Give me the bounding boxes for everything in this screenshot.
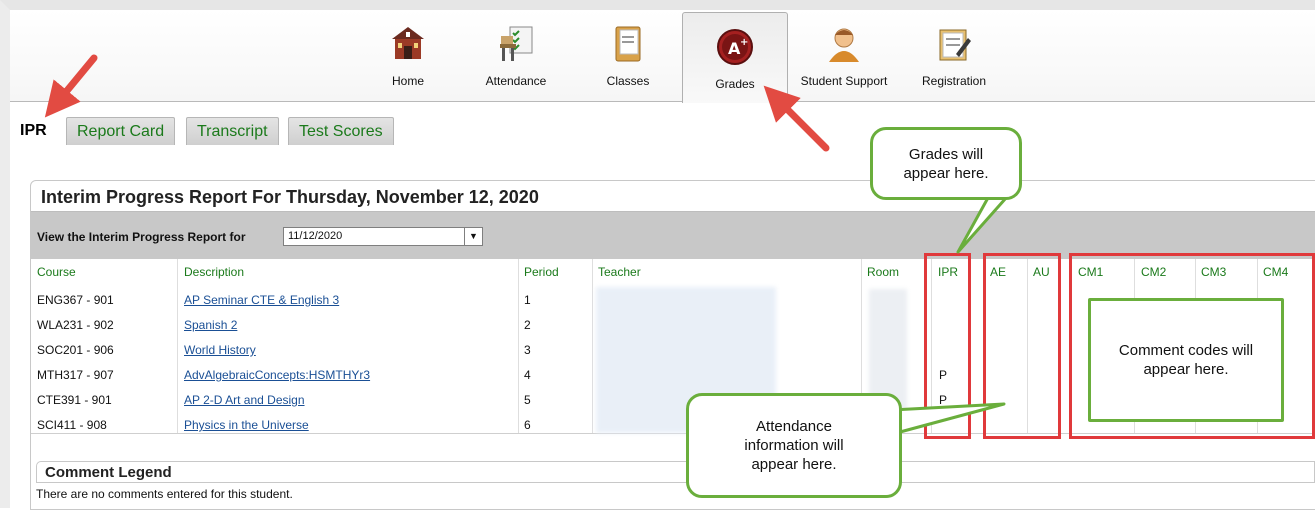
course-code: SOC201 - 906 — [37, 343, 114, 357]
course-code: ENG367 - 901 — [37, 293, 114, 307]
nav-registration[interactable]: Registration — [914, 10, 994, 102]
col-room: Room — [867, 265, 900, 279]
attendance-callout: Attendance information will appear here. — [686, 393, 902, 498]
filter-bar: View the Interim Progress Report for 11/… — [31, 211, 1315, 259]
tab-test-scores[interactable]: Test Scores — [288, 117, 394, 145]
folder-icon — [615, 26, 641, 62]
filter-label: View the Interim Progress Report for — [37, 230, 246, 244]
course-link[interactable]: AdvAlgebraicConcepts:HSMTHYr3 — [184, 368, 370, 382]
svg-text:+: + — [740, 37, 748, 48]
course-link[interactable]: AP 2-D Art and Design — [184, 393, 305, 407]
tab-transcript[interactable]: Transcript — [186, 117, 279, 145]
nav-label: Student Support — [800, 74, 888, 88]
course-link[interactable]: World History — [184, 343, 256, 357]
col-course: Course — [37, 265, 76, 279]
nav-grades[interactable]: A + Grades — [682, 12, 788, 103]
grades-callout: Grades will appear here. — [870, 127, 1022, 200]
highlight-ipr-column — [924, 253, 971, 439]
nav-label: Registration — [921, 74, 987, 88]
tab-report-card[interactable]: Report Card — [66, 117, 176, 145]
course-code: SCI411 - 908 — [37, 418, 107, 432]
course-code: WLA231 - 902 — [37, 318, 114, 332]
legend-note: There are no comments entered for this s… — [36, 487, 293, 501]
chevron-down-icon[interactable]: ▼ — [464, 228, 482, 245]
course-link[interactable]: Spanish 2 — [184, 318, 237, 332]
tab-ipr[interactable]: IPR — [20, 117, 47, 145]
period: 5 — [524, 393, 531, 407]
callout-text: Comment codes will appear here. — [1118, 342, 1254, 378]
course-code: MTH317 - 907 — [37, 368, 114, 382]
a-plus-icon: A + — [717, 29, 753, 65]
nav-label: Grades — [715, 77, 755, 91]
top-nav: Home Attendance Classes A + Grades Stude… — [10, 10, 1315, 103]
nav-label: Classes — [606, 74, 650, 88]
highlight-attendance-columns — [983, 253, 1061, 439]
period: 1 — [524, 293, 531, 307]
period: 3 — [524, 343, 531, 357]
clipboard-pencil-icon — [939, 29, 971, 61]
nav-label: Attendance — [485, 74, 547, 88]
divider — [592, 259, 593, 433]
person-icon — [829, 28, 859, 62]
col-description: Description — [184, 265, 245, 279]
nav-label: Home — [391, 74, 424, 88]
col-period: Period — [524, 265, 559, 279]
divider — [177, 259, 178, 433]
desk-checklist-icon — [500, 26, 533, 61]
col-teacher: Teacher — [598, 265, 641, 279]
divider — [518, 259, 519, 433]
course-link[interactable]: AP Seminar CTE & English 3 — [184, 293, 339, 307]
period: 4 — [524, 368, 531, 382]
course-link[interactable]: Physics in the Universe — [184, 418, 309, 432]
period: 2 — [524, 318, 531, 332]
date-value: 11/12/2020 — [288, 230, 343, 242]
comments-callout: Comment codes will appear here. — [1088, 298, 1284, 422]
legend-title: Comment Legend — [45, 464, 172, 481]
schoolhouse-icon — [392, 27, 424, 59]
course-code: CTE391 - 901 — [37, 393, 112, 407]
callout-text: Attendance information will appear here. — [744, 418, 844, 473]
nav-student-support[interactable]: Student Support — [792, 10, 896, 102]
date-select[interactable]: 11/12/2020 ▼ — [283, 227, 483, 246]
comment-legend: Comment Legend — [36, 461, 1315, 483]
nav-home[interactable]: Home — [380, 10, 436, 102]
callout-text: Grades will appear here. — [903, 145, 989, 182]
page-title: Interim Progress Report For Thursday, No… — [41, 187, 539, 207]
nav-attendance[interactable]: Attendance — [480, 10, 552, 102]
period: 6 — [524, 418, 531, 432]
nav-classes[interactable]: Classes — [600, 10, 656, 102]
